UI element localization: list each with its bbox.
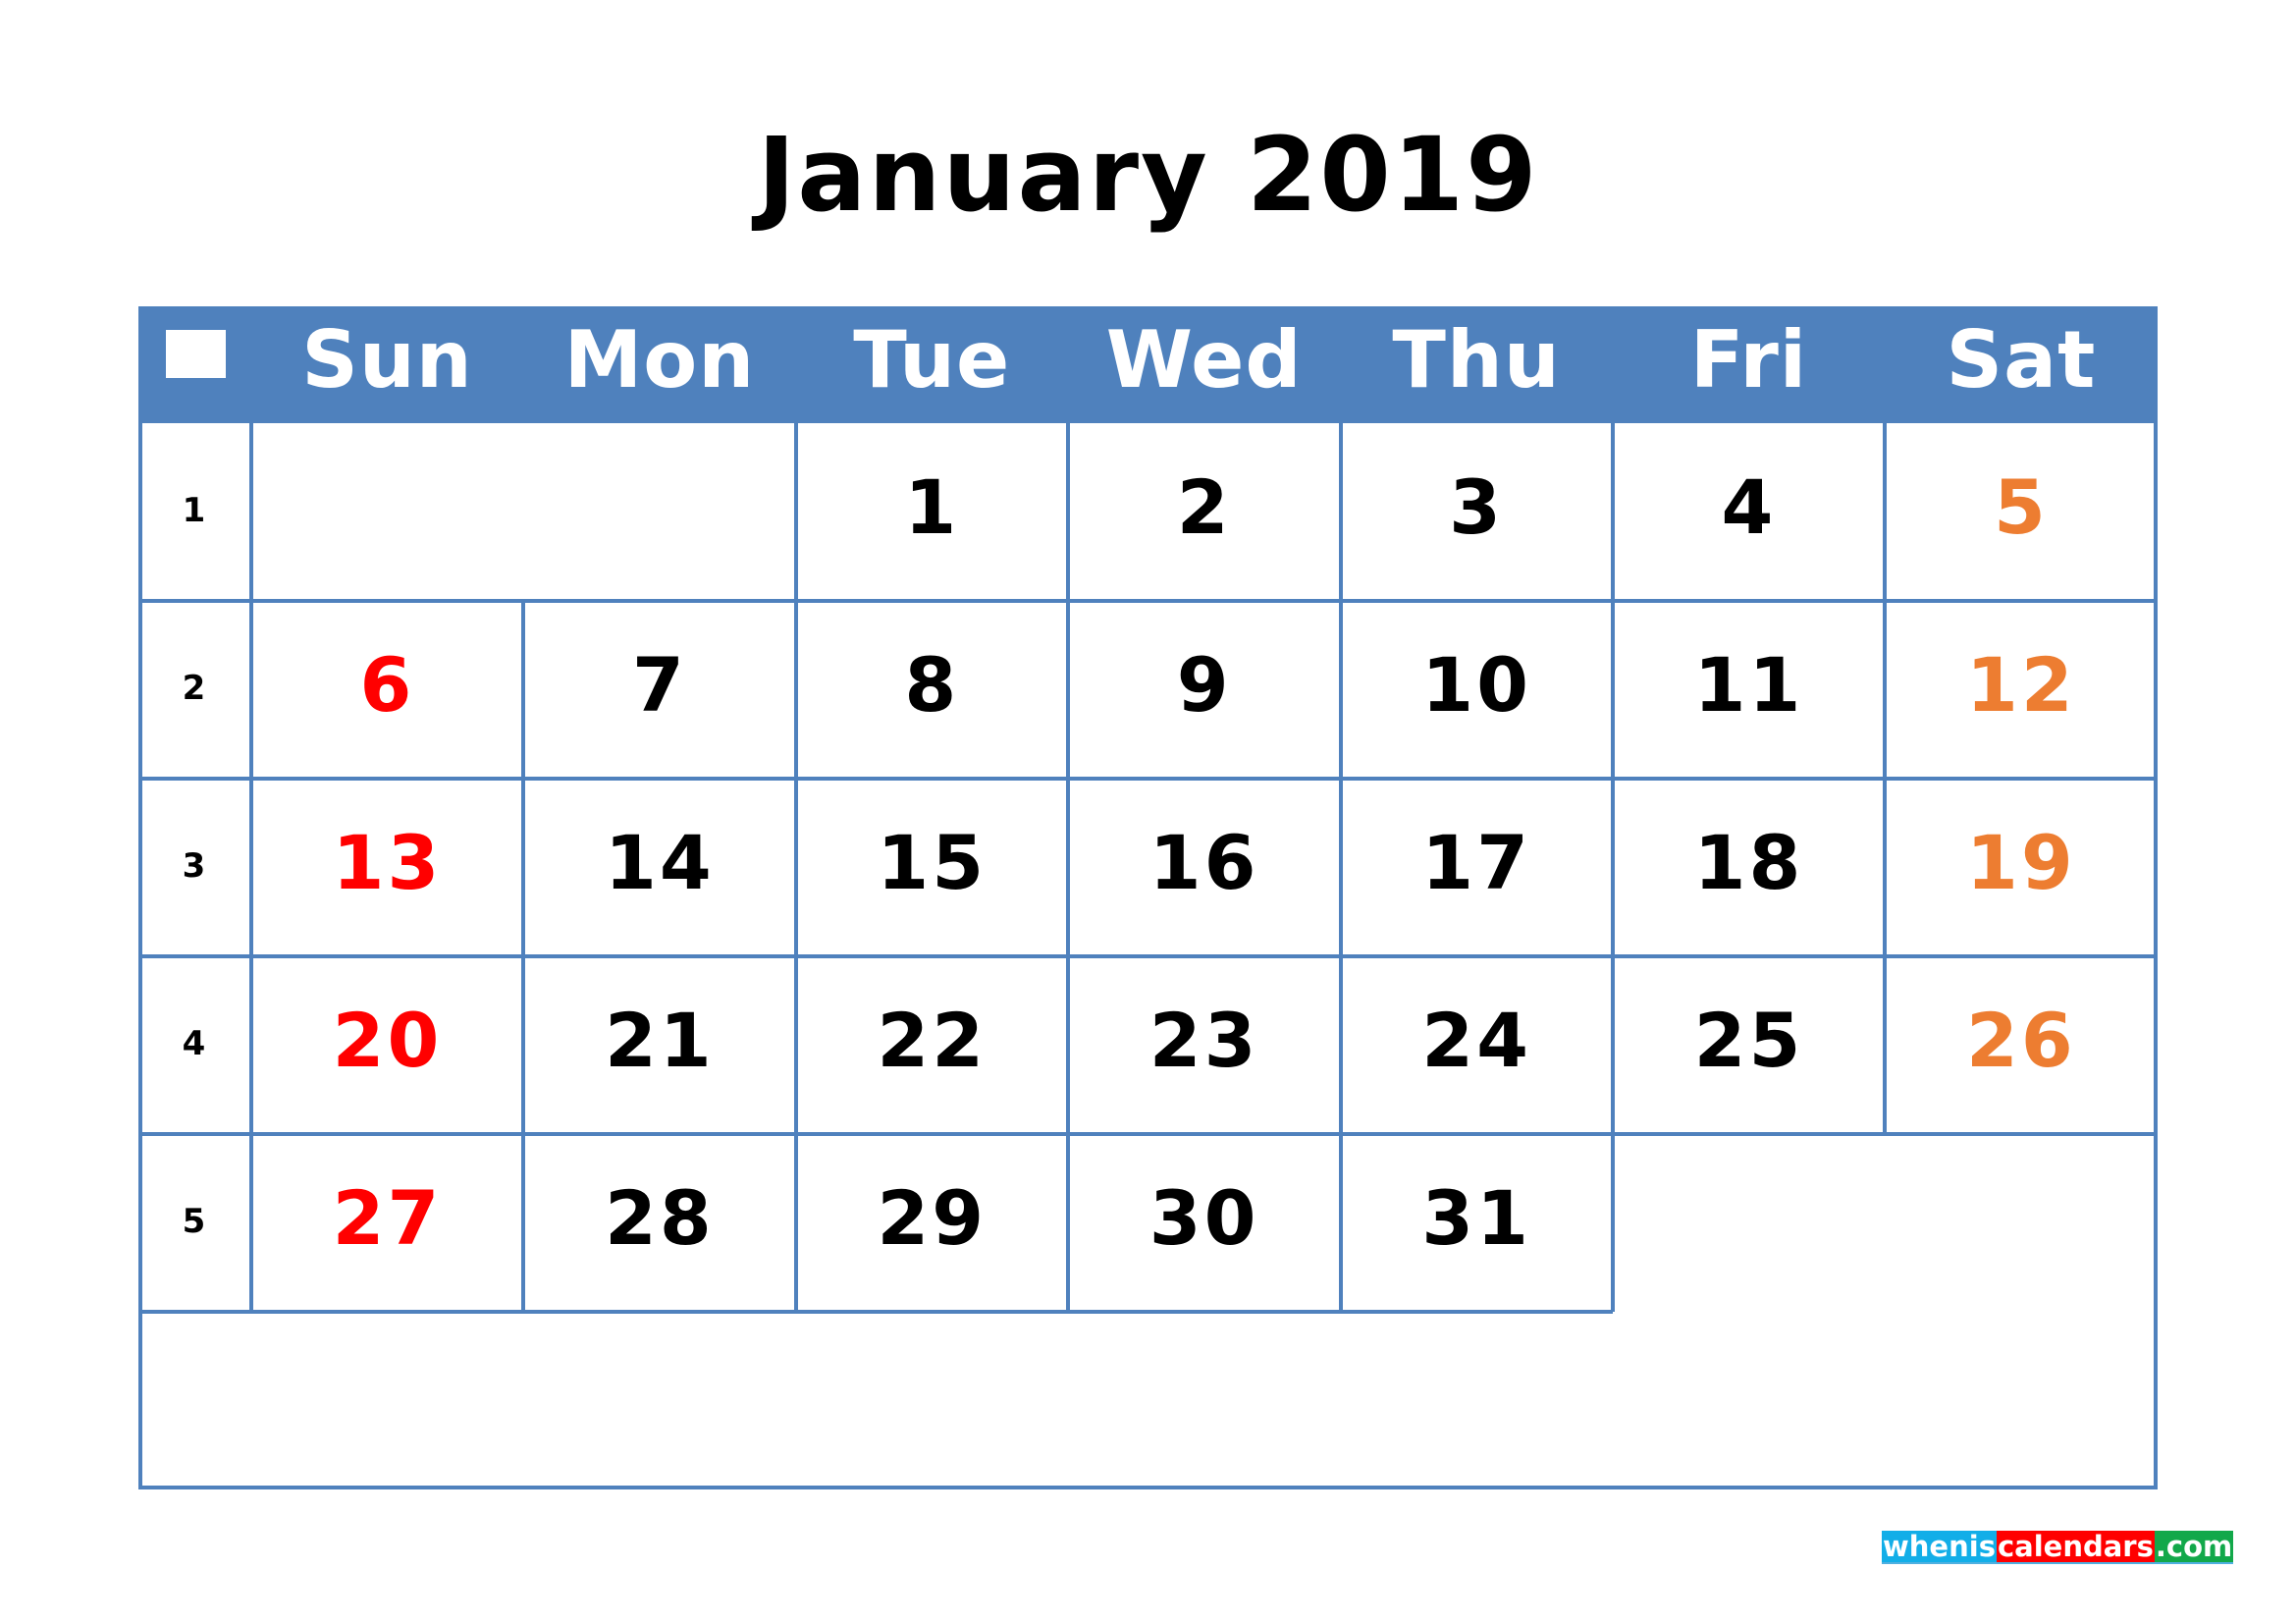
- weekday-sun: Sun: [301, 314, 473, 406]
- week-number: 4: [182, 1023, 206, 1063]
- calendar-title: January 2019: [757, 115, 1539, 235]
- day-cell[interactable]: 21: [523, 997, 795, 1084]
- day-cell[interactable]: 27: [251, 1174, 523, 1262]
- weekday-mon: Mon: [563, 314, 756, 406]
- day-cell[interactable]: 11: [1613, 641, 1885, 729]
- weekday-thu: Thu: [1392, 314, 1561, 406]
- weekday-header: Sun Mon Tue Wed Thu Fri Sat: [138, 306, 2158, 423]
- day-cell[interactable]: 30: [1068, 1174, 1340, 1262]
- watermark-part: calendars: [1996, 1530, 2155, 1563]
- day-cell[interactable]: 16: [1068, 819, 1340, 906]
- day-cell[interactable]: 29: [796, 1174, 1068, 1262]
- day-cell[interactable]: 7: [523, 641, 795, 729]
- day-cell[interactable]: 10: [1341, 641, 1613, 729]
- watermark-logo: whenis calendars .com: [1882, 1530, 2234, 1564]
- day-cell[interactable]: 6: [251, 641, 523, 729]
- day-cell[interactable]: 9: [1068, 641, 1340, 729]
- day-cell[interactable]: 1: [796, 463, 1068, 551]
- weekday-fri: Fri: [1689, 314, 1808, 406]
- day-cell[interactable]: 17: [1341, 819, 1613, 906]
- grid-line-row-5: [138, 1310, 1613, 1314]
- day-cell[interactable]: 20: [251, 997, 523, 1084]
- white-square-icon: [166, 330, 226, 378]
- day-cell[interactable]: 15: [796, 819, 1068, 906]
- day-cell[interactable]: 2: [1068, 463, 1340, 551]
- watermark-part: whenis: [1882, 1530, 1997, 1563]
- day-cell[interactable]: 5: [1885, 463, 2157, 551]
- day-cell[interactable]: 28: [523, 1174, 795, 1262]
- week-number: 2: [182, 668, 206, 708]
- grid-line-row-1: [138, 599, 2158, 603]
- day-cell[interactable]: 31: [1341, 1174, 1613, 1262]
- week-number: 5: [182, 1201, 206, 1241]
- day-cell[interactable]: 26: [1885, 997, 2157, 1084]
- grid-line-row-4: [138, 1132, 2158, 1136]
- day-cell[interactable]: 3: [1341, 463, 1613, 551]
- day-cell[interactable]: 23: [1068, 997, 1340, 1084]
- day-cell[interactable]: 12: [1885, 641, 2157, 729]
- weekday-wed: Wed: [1105, 314, 1303, 406]
- grid-line-row-3: [138, 954, 2158, 958]
- week-number: 3: [182, 845, 206, 886]
- day-cell[interactable]: 4: [1613, 463, 1885, 551]
- grid-line-row-2: [138, 777, 2158, 781]
- weekday-sat: Sat: [1946, 314, 2097, 406]
- day-cell[interactable]: 14: [523, 819, 795, 906]
- day-cell[interactable]: 13: [251, 819, 523, 906]
- day-cell[interactable]: 19: [1885, 819, 2157, 906]
- grid-border-bottom: [138, 1486, 2158, 1489]
- day-cell[interactable]: 8: [796, 641, 1068, 729]
- watermark-part: .com: [2154, 1530, 2234, 1563]
- day-cell[interactable]: 24: [1341, 997, 1613, 1084]
- weekday-tue: Tue: [853, 314, 1011, 406]
- week-number: 1: [182, 490, 206, 530]
- day-cell[interactable]: 25: [1613, 997, 1885, 1084]
- day-cell[interactable]: 18: [1613, 819, 1885, 906]
- day-cell[interactable]: 22: [796, 997, 1068, 1084]
- calendar-grid: Sun Mon Tue Wed Thu Fri Sat 1 1 2 3 4 5 2 6 7 8 9 10 11 12 3…: [138, 306, 2158, 1490]
